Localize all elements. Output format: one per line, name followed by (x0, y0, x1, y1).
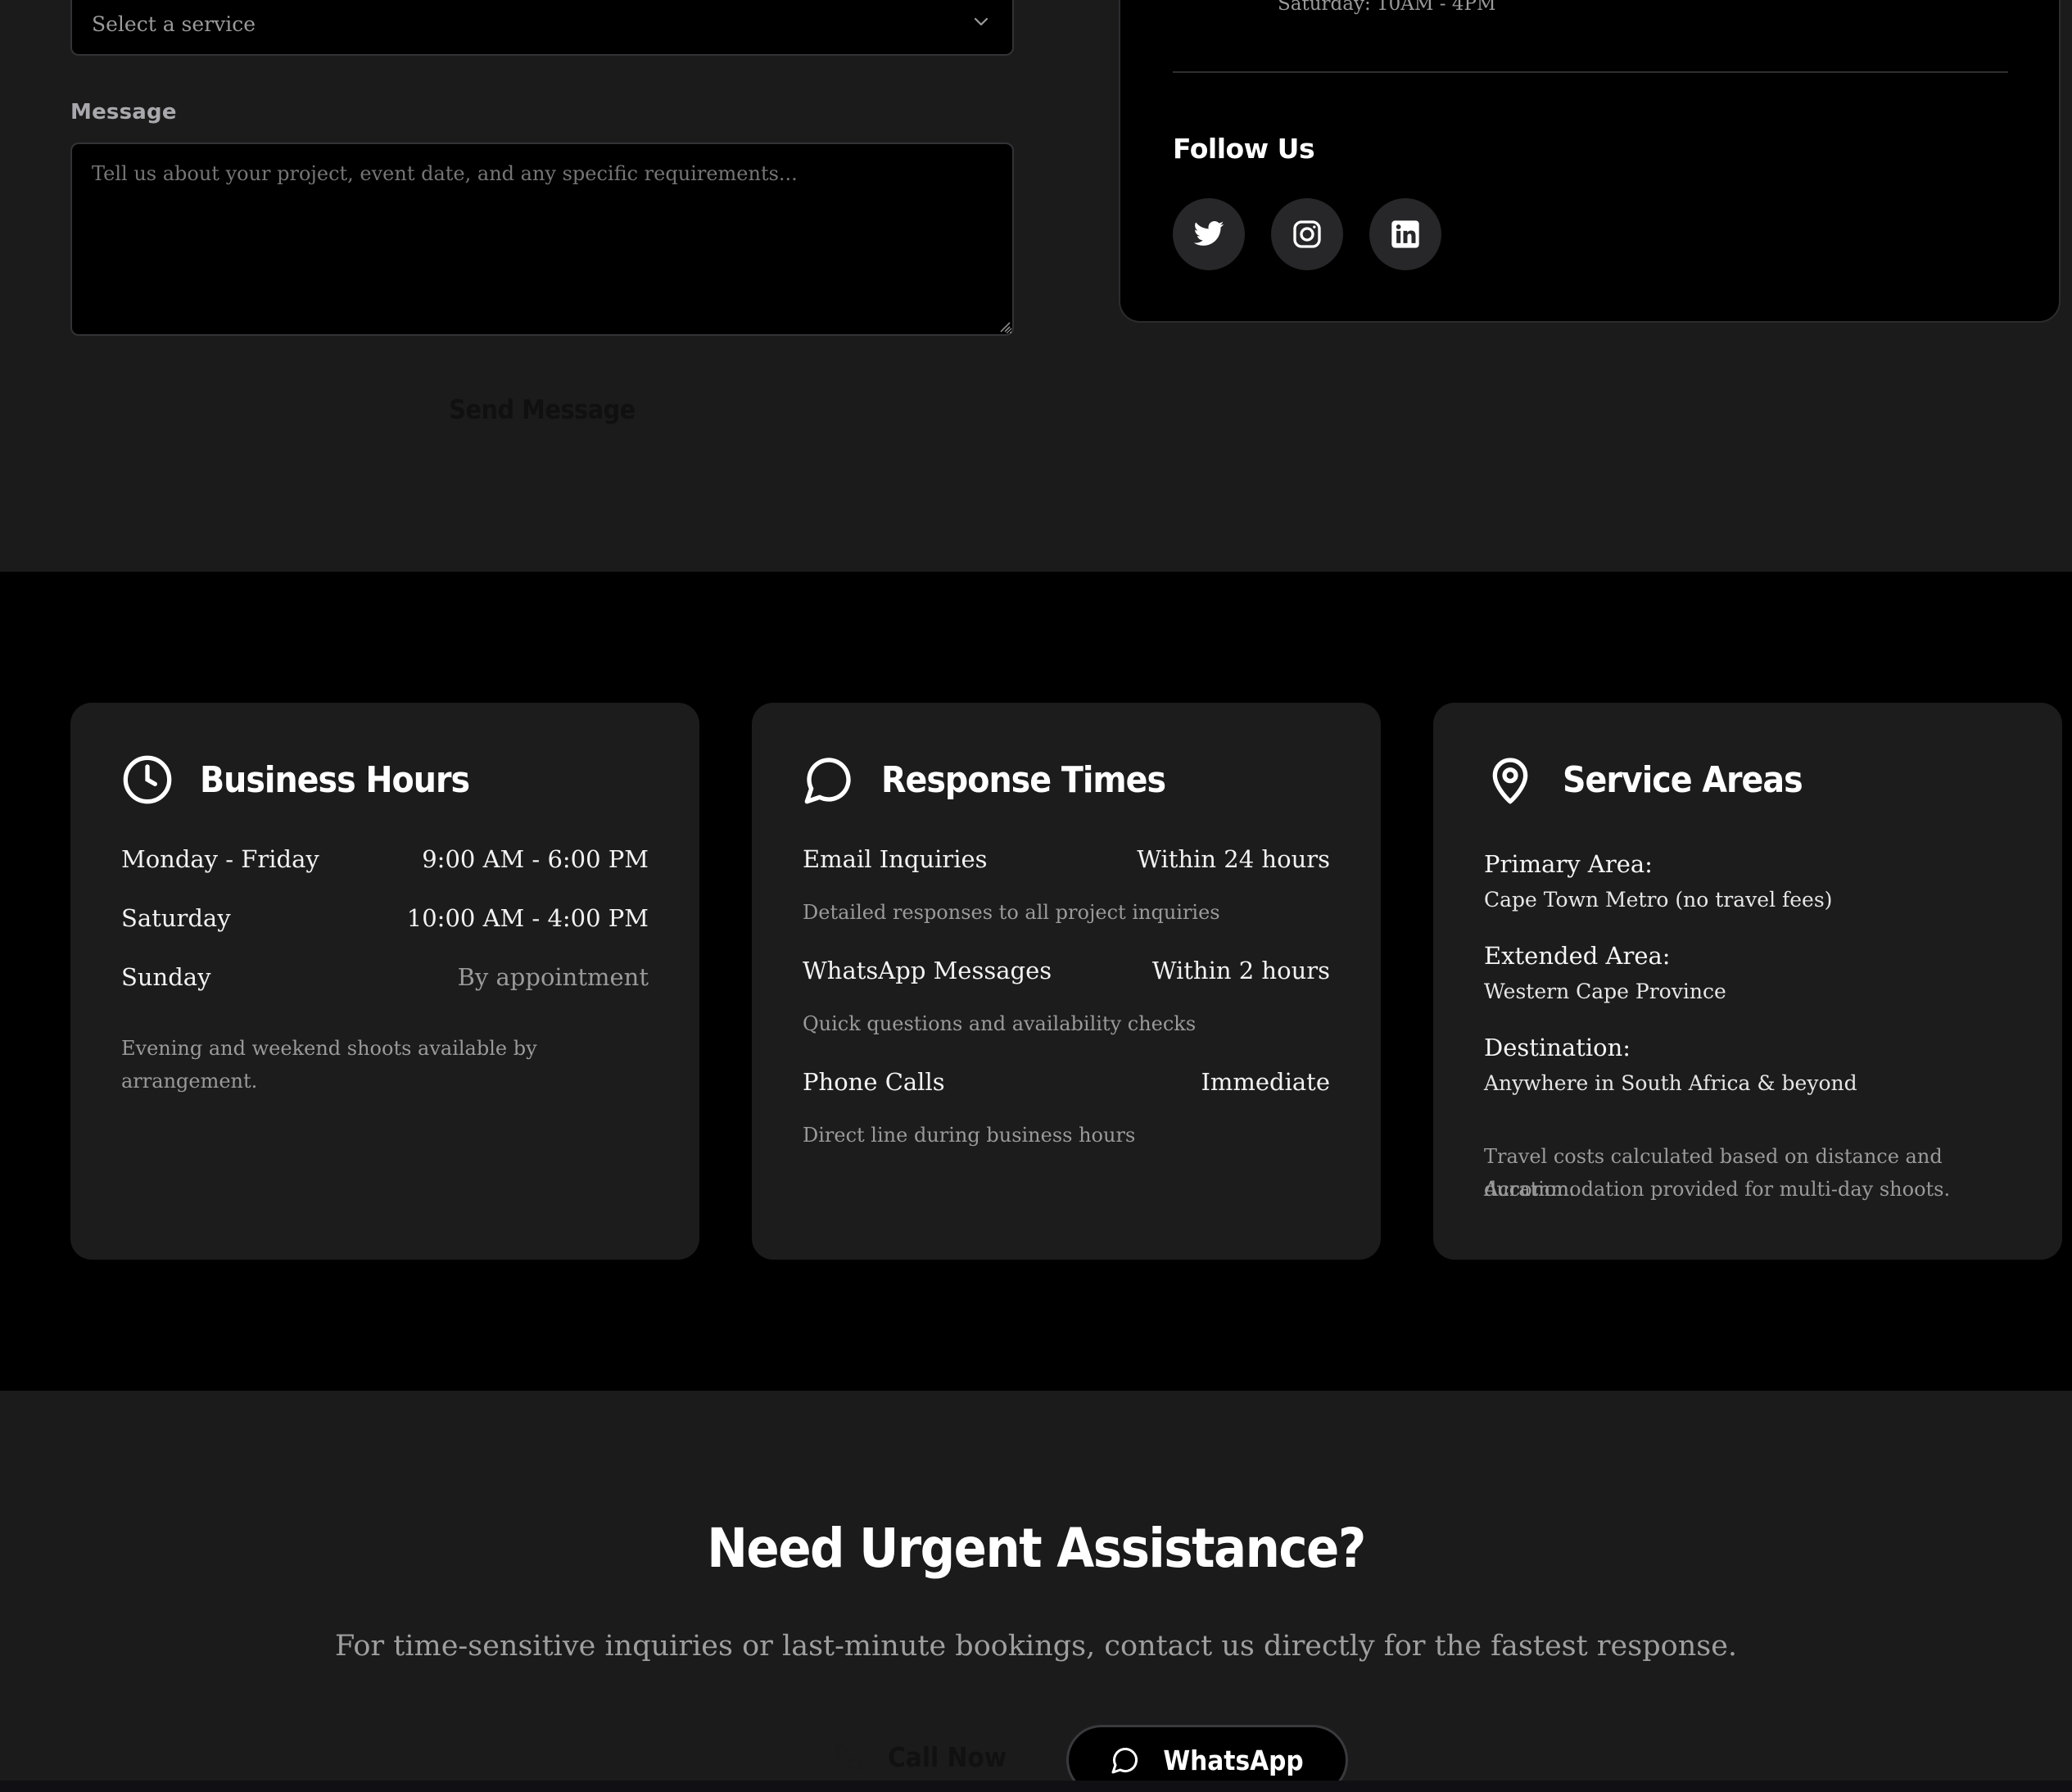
hours-row: Sunday By appointment (121, 963, 649, 991)
hours-row: Saturday 10:00 AM - 4:00 PM (121, 904, 649, 932)
area-value: Anywhere in South Africa & beyond (1484, 1071, 1857, 1095)
chevron-down-icon (974, 17, 988, 26)
message-field[interactable] (70, 143, 1014, 336)
day-label: Sunday (121, 963, 211, 991)
response-row: WhatsApp Messages Within 2 hours (803, 957, 1330, 984)
area-value: Cape Town Metro (no travel fees) (1484, 888, 1833, 912)
urgent-section (0, 1391, 2072, 1781)
twitter-button[interactable] (1173, 198, 1245, 270)
saturday-hours-text: Saturday: 10AM - 4PM (1278, 0, 1496, 15)
card-title: Business Hours (200, 758, 470, 801)
area-label: Destination: (1484, 1034, 1631, 1061)
hours-value: 10:00 AM - 4:00 PM (406, 904, 649, 932)
clock-icon (123, 755, 172, 804)
service-areas-card: Service Areas Primary Area: Cape Town Me… (1433, 703, 2062, 1260)
area-value: Western Cape Province (1484, 980, 1726, 1003)
travel-note-line2: Accommodation provided for multi-day sho… (1484, 1178, 1951, 1201)
urgent-title: Need Urgent Assistance? (707, 1517, 1366, 1580)
response-time: Within 2 hours (1151, 957, 1330, 984)
call-now-label: Call Now (888, 1740, 1007, 1773)
area-label: Primary Area: (1484, 850, 1653, 878)
twitter-icon (1193, 221, 1224, 246)
map-pin-icon (1492, 758, 1528, 804)
response-time: Within 24 hours (1137, 845, 1330, 873)
hours-value: By appointment (457, 963, 649, 991)
instagram-icon (1293, 220, 1321, 248)
card-header: Business Hours (121, 753, 470, 806)
channel-label: WhatsApp Messages (803, 957, 1052, 984)
divider (1173, 71, 2008, 73)
whatsapp-label: WhatsApp (1163, 1744, 1304, 1776)
response-row: Phone Calls Immediate (803, 1068, 1330, 1096)
channel-label: Email Inquiries (803, 845, 988, 873)
card-header: Service Areas (1484, 753, 1803, 806)
resize-grip-icon[interactable] (999, 321, 1011, 333)
response-detail: Quick questions and availability checks (803, 1012, 1197, 1035)
send-message-button[interactable]: Send Message (442, 385, 642, 434)
business-hours-card: Business Hours Monday - Friday 9:00 AM -… (70, 703, 699, 1260)
response-times-card: Response Times Email Inquiries Within 24… (752, 703, 1381, 1260)
chat-bubble-icon (804, 758, 851, 804)
service-select[interactable]: Select a service (70, 0, 1014, 56)
linkedin-icon (1391, 220, 1419, 248)
follow-us-title: Follow Us (1173, 133, 1315, 165)
footer-edge (0, 1781, 2072, 1792)
response-time: Immediate (1201, 1068, 1330, 1096)
card-header: Response Times (803, 753, 1166, 806)
hours-row: Monday - Friday 9:00 AM - 6:00 PM (121, 845, 649, 873)
urgent-subtitle: For time-sensitive inquiries or last-min… (334, 1630, 1738, 1663)
call-now-button[interactable]: Call Now (827, 1728, 1007, 1785)
linkedin-button[interactable] (1369, 198, 1441, 270)
card-title: Response Times (881, 758, 1166, 801)
service-select-value: Select a service (92, 11, 256, 36)
hours-value: 9:00 AM - 6:00 PM (422, 845, 649, 873)
message-label: Message (70, 100, 177, 124)
day-label: Saturday (121, 904, 231, 932)
response-detail: Direct line during business hours (803, 1124, 1136, 1147)
page: Select a service Message Send Message Sa… (0, 0, 2072, 1792)
response-row: Email Inquiries Within 24 hours (803, 845, 1330, 873)
phone-icon (835, 1743, 862, 1771)
hours-note: Evening and weekend shoots available by … (121, 1037, 537, 1093)
chat-bubble-icon (1111, 1747, 1138, 1774)
card-title: Service Areas (1563, 758, 1803, 801)
day-label: Monday - Friday (121, 845, 319, 873)
area-label: Extended Area: (1484, 942, 1671, 970)
channel-label: Phone Calls (803, 1068, 945, 1096)
instagram-button[interactable] (1271, 198, 1343, 270)
response-detail: Detailed responses to all project inquir… (803, 901, 1220, 924)
